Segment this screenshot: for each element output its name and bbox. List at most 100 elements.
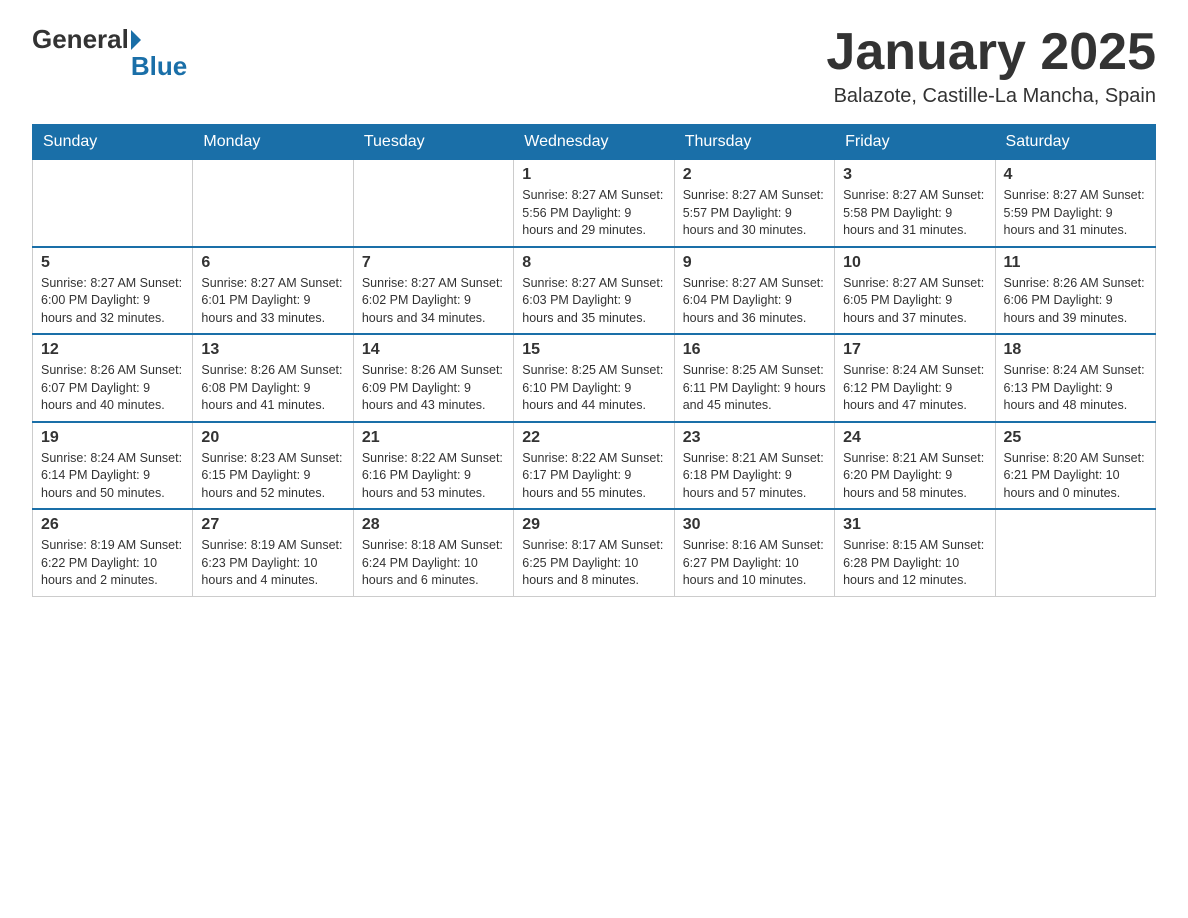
calendar-day-cell: 18 Sunrise: 8:24 AM Sunset: 6:13 PM Dayli… bbox=[995, 334, 1155, 422]
day-number: 17 bbox=[843, 341, 986, 359]
calendar-day-cell: 4Sunrise: 8:27 AM Sunset: 5:59 PM Daylig… bbox=[995, 160, 1155, 247]
day-info: Sunrise: 8:27 AM Sunset: 5:56 PM Dayligh… bbox=[522, 187, 665, 240]
calendar-day-cell bbox=[353, 160, 513, 247]
calendar-day-cell: 27 Sunrise: 8:19 AM Sunset: 6:23 PM Dayli… bbox=[193, 509, 353, 596]
calendar-day-cell: 26 Sunrise: 8:19 AM Sunset: 6:22 PM Dayli… bbox=[33, 509, 193, 596]
calendar-week-row: 1 Sunrise: 8:27 AM Sunset: 5:56 PM Daylig… bbox=[33, 160, 1156, 247]
calendar-day-cell: 21Sunrise: 8:22 AM Sunset: 6:16 PM Dayli… bbox=[353, 422, 513, 510]
day-info: Sunrise: 8:27 AM Sunset: 5:57 PM Dayligh… bbox=[683, 187, 826, 240]
day-number: 21 bbox=[362, 429, 505, 447]
day-info: Sunrise: 8:15 AM Sunset: 6:28 PM Dayligh… bbox=[843, 537, 986, 590]
day-number: 23 bbox=[683, 429, 826, 447]
day-info: Sunrise: 8:27 AM Sunset: 6:04 PM Dayligh… bbox=[683, 275, 826, 328]
day-number: 2 bbox=[683, 166, 826, 184]
day-number: 11 bbox=[1004, 254, 1147, 272]
day-of-week-header: Thursday bbox=[674, 125, 834, 160]
calendar-day-cell: 30 Sunrise: 8:16 AM Sunset: 6:27 PM Dayli… bbox=[674, 509, 834, 596]
location-title: Balazote, Castille-La Mancha, Spain bbox=[826, 85, 1156, 108]
month-title: January 2025 bbox=[826, 24, 1156, 81]
day-number: 15 bbox=[522, 341, 665, 359]
title-block: January 2025 Balazote, Castille-La Manch… bbox=[826, 24, 1156, 108]
calendar-day-cell: 1 Sunrise: 8:27 AM Sunset: 5:56 PM Daylig… bbox=[514, 160, 674, 247]
calendar-day-cell: 31Sunrise: 8:15 AM Sunset: 6:28 PM Dayli… bbox=[835, 509, 995, 596]
day-number: 8 bbox=[522, 254, 665, 272]
day-number: 22 bbox=[522, 429, 665, 447]
day-info: Sunrise: 8:18 AM Sunset: 6:24 PM Dayligh… bbox=[362, 537, 505, 590]
calendar-day-cell: 13Sunrise: 8:26 AM Sunset: 6:08 PM Dayli… bbox=[193, 334, 353, 422]
day-info: Sunrise: 8:19 AM Sunset: 6:23 PM Dayligh… bbox=[201, 537, 344, 590]
day-number: 28 bbox=[362, 516, 505, 534]
calendar-day-cell bbox=[193, 160, 353, 247]
logo-general-text: General bbox=[32, 24, 129, 55]
day-number: 30 bbox=[683, 516, 826, 534]
day-number: 16 bbox=[683, 341, 826, 359]
calendar-day-cell: 24 Sunrise: 8:21 AM Sunset: 6:20 PM Dayli… bbox=[835, 422, 995, 510]
calendar-day-cell: 20 Sunrise: 8:23 AM Sunset: 6:15 PM Dayli… bbox=[193, 422, 353, 510]
calendar-day-cell: 29Sunrise: 8:17 AM Sunset: 6:25 PM Dayli… bbox=[514, 509, 674, 596]
calendar-week-row: 26 Sunrise: 8:19 AM Sunset: 6:22 PM Dayli… bbox=[33, 509, 1156, 596]
calendar-day-cell: 22 Sunrise: 8:22 AM Sunset: 6:17 PM Dayli… bbox=[514, 422, 674, 510]
day-number: 7 bbox=[362, 254, 505, 272]
day-info: Sunrise: 8:27 AM Sunset: 6:05 PM Dayligh… bbox=[843, 275, 986, 328]
day-info: Sunrise: 8:27 AM Sunset: 6:01 PM Dayligh… bbox=[201, 275, 344, 328]
day-number: 14 bbox=[362, 341, 505, 359]
day-number: 6 bbox=[201, 254, 344, 272]
calendar-day-cell: 15 Sunrise: 8:25 AM Sunset: 6:10 PM Dayli… bbox=[514, 334, 674, 422]
calendar-week-row: 12 Sunrise: 8:26 AM Sunset: 6:07 PM Dayli… bbox=[33, 334, 1156, 422]
day-info: Sunrise: 8:27 AM Sunset: 5:59 PM Dayligh… bbox=[1004, 187, 1147, 240]
calendar-week-row: 5 Sunrise: 8:27 AM Sunset: 6:00 PM Daylig… bbox=[33, 247, 1156, 335]
day-number: 5 bbox=[41, 254, 184, 272]
day-info: Sunrise: 8:27 AM Sunset: 6:00 PM Dayligh… bbox=[41, 275, 184, 328]
day-of-week-header: Monday bbox=[193, 125, 353, 160]
day-of-week-header: Sunday bbox=[33, 125, 193, 160]
day-info: Sunrise: 8:21 AM Sunset: 6:20 PM Dayligh… bbox=[843, 450, 986, 503]
calendar-day-cell bbox=[995, 509, 1155, 596]
day-info: Sunrise: 8:22 AM Sunset: 6:17 PM Dayligh… bbox=[522, 450, 665, 503]
calendar-header-row: SundayMondayTuesdayWednesdayThursdayFrid… bbox=[33, 125, 1156, 160]
calendar-day-cell: 11Sunrise: 8:26 AM Sunset: 6:06 PM Dayli… bbox=[995, 247, 1155, 335]
day-number: 3 bbox=[843, 166, 986, 184]
day-info: Sunrise: 8:19 AM Sunset: 6:22 PM Dayligh… bbox=[41, 537, 184, 590]
day-number: 25 bbox=[1004, 429, 1147, 447]
day-of-week-header: Friday bbox=[835, 125, 995, 160]
day-of-week-header: Tuesday bbox=[353, 125, 513, 160]
calendar-day-cell: 5 Sunrise: 8:27 AM Sunset: 6:00 PM Daylig… bbox=[33, 247, 193, 335]
calendar-day-cell: 9 Sunrise: 8:27 AM Sunset: 6:04 PM Daylig… bbox=[674, 247, 834, 335]
day-info: Sunrise: 8:27 AM Sunset: 6:02 PM Dayligh… bbox=[362, 275, 505, 328]
day-number: 24 bbox=[843, 429, 986, 447]
day-number: 12 bbox=[41, 341, 184, 359]
day-of-week-header: Wednesday bbox=[514, 125, 674, 160]
day-info: Sunrise: 8:24 AM Sunset: 6:14 PM Dayligh… bbox=[41, 450, 184, 503]
page-header: General General Blue January 2025 Balazo… bbox=[32, 24, 1156, 108]
day-info: Sunrise: 8:23 AM Sunset: 6:15 PM Dayligh… bbox=[201, 450, 344, 503]
calendar-day-cell: 25 Sunrise: 8:20 AM Sunset: 6:21 PM Dayli… bbox=[995, 422, 1155, 510]
calendar-day-cell: 8Sunrise: 8:27 AM Sunset: 6:03 PM Daylig… bbox=[514, 247, 674, 335]
day-info: Sunrise: 8:21 AM Sunset: 6:18 PM Dayligh… bbox=[683, 450, 826, 503]
day-number: 13 bbox=[201, 341, 344, 359]
logo: General General Blue bbox=[32, 24, 187, 84]
calendar-day-cell: 7 Sunrise: 8:27 AM Sunset: 6:02 PM Daylig… bbox=[353, 247, 513, 335]
calendar-table: SundayMondayTuesdayWednesdayThursdayFrid… bbox=[32, 124, 1156, 597]
day-number: 1 bbox=[522, 166, 665, 184]
day-info: Sunrise: 8:20 AM Sunset: 6:21 PM Dayligh… bbox=[1004, 450, 1147, 503]
day-number: 9 bbox=[683, 254, 826, 272]
day-info: Sunrise: 8:26 AM Sunset: 6:09 PM Dayligh… bbox=[362, 362, 505, 415]
day-number: 20 bbox=[201, 429, 344, 447]
day-number: 19 bbox=[41, 429, 184, 447]
calendar-day-cell: 17 Sunrise: 8:24 AM Sunset: 6:12 PM Dayli… bbox=[835, 334, 995, 422]
day-info: Sunrise: 8:24 AM Sunset: 6:13 PM Dayligh… bbox=[1004, 362, 1147, 415]
day-info: Sunrise: 8:17 AM Sunset: 6:25 PM Dayligh… bbox=[522, 537, 665, 590]
calendar-day-cell: 2 Sunrise: 8:27 AM Sunset: 5:57 PM Daylig… bbox=[674, 160, 834, 247]
day-number: 26 bbox=[41, 516, 184, 534]
day-info: Sunrise: 8:25 AM Sunset: 6:10 PM Dayligh… bbox=[522, 362, 665, 415]
day-info: Sunrise: 8:16 AM Sunset: 6:27 PM Dayligh… bbox=[683, 537, 826, 590]
calendar-day-cell: 10 Sunrise: 8:27 AM Sunset: 6:05 PM Dayli… bbox=[835, 247, 995, 335]
day-number: 10 bbox=[843, 254, 986, 272]
day-info: Sunrise: 8:24 AM Sunset: 6:12 PM Dayligh… bbox=[843, 362, 986, 415]
day-number: 27 bbox=[201, 516, 344, 534]
day-number: 18 bbox=[1004, 341, 1147, 359]
day-info: Sunrise: 8:25 AM Sunset: 6:11 PM Dayligh… bbox=[683, 362, 826, 415]
calendar-day-cell bbox=[33, 160, 193, 247]
calendar-day-cell: 6 Sunrise: 8:27 AM Sunset: 6:01 PM Daylig… bbox=[193, 247, 353, 335]
day-info: Sunrise: 8:26 AM Sunset: 6:07 PM Dayligh… bbox=[41, 362, 184, 415]
